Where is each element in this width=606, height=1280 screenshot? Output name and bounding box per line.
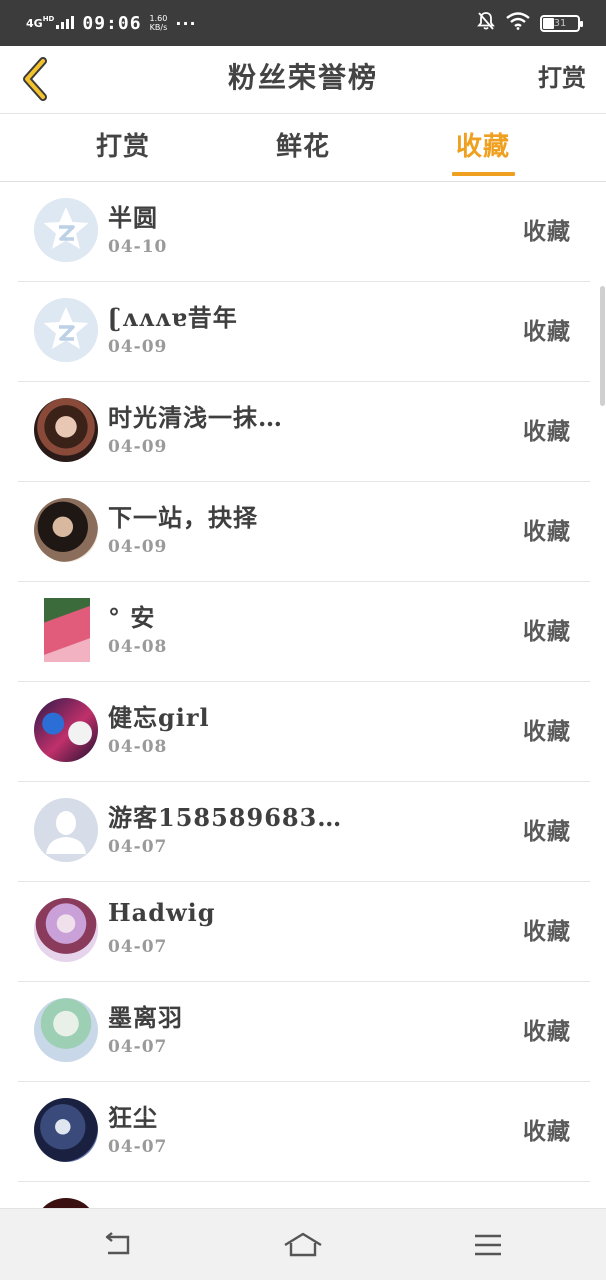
chevron-left-icon <box>23 57 47 101</box>
avatar <box>34 1098 98 1162</box>
list-item[interactable]: 游客158589683… 04-07 收藏 <box>18 782 590 882</box>
fan-name: ʗᴧᴧᴧɐ昔年 <box>108 303 238 332</box>
avatar <box>34 398 98 462</box>
network-subtype: HD <box>42 15 55 23</box>
fan-date: 04-07 <box>108 1037 168 1057</box>
qq-default-avatar-icon <box>34 298 98 362</box>
battery-level: 31 <box>553 17 567 29</box>
action-label: 收藏 <box>523 518 571 545</box>
nav-back-icon <box>105 1232 130 1255</box>
status-bar: 4G HD 09:06 1.60 KB/s ··· 31 <box>0 0 606 46</box>
action-label: 收藏 <box>523 818 571 845</box>
active-tab-indicator <box>452 172 515 176</box>
list-item[interactable]: Hadwig 04-07 收藏 <box>18 882 590 982</box>
list-item[interactable]: 狂尘 04-07 收藏 <box>18 1082 590 1182</box>
fan-name: Hadwig <box>108 898 216 927</box>
fan-date: 04-07 <box>108 1137 168 1157</box>
scrollbar[interactable] <box>600 286 605 406</box>
action-label: 收藏 <box>523 418 571 445</box>
avatar <box>44 598 90 662</box>
system-nav-bar <box>0 1208 606 1280</box>
fan-date: 04-08 <box>108 737 168 757</box>
list-item[interactable]: 下一站，抉择 04-09 收藏 <box>18 482 590 582</box>
avatar <box>34 998 98 1062</box>
mute-notification-icon <box>476 11 496 35</box>
signal-icon: 4G HD <box>26 15 75 30</box>
network-speed: 1.60 KB/s <box>149 14 168 32</box>
fan-date: 04-07 <box>108 837 168 857</box>
action-label: 收藏 <box>523 618 571 645</box>
fan-date: 04-09 <box>108 437 168 457</box>
status-bar-right: 31 <box>476 11 583 35</box>
signal-bars <box>56 16 75 29</box>
fan-date: 04-07 <box>108 937 168 957</box>
action-label: 收藏 <box>523 1018 571 1045</box>
fan-name: 狂尘 <box>108 1103 158 1132</box>
tab-flowers[interactable]: 鲜花 <box>258 114 348 182</box>
tip-action-button[interactable]: 打赏 <box>538 46 586 114</box>
network-type: 4G <box>26 17 43 30</box>
more-notifications-icon: ··· <box>175 13 197 33</box>
page-title: 粉丝荣誉榜 <box>227 61 378 94</box>
avatar <box>34 498 98 562</box>
clock: 09:06 <box>82 12 142 34</box>
fan-list: 半圆 04-10 收藏 ʗᴧᴧᴧɐ昔年 04-09 收藏 时光清浅一抹… 04-… <box>18 182 590 1222</box>
tab-bar: 打赏 鲜花 收藏 <box>0 114 606 182</box>
nav-menu-button[interactable] <box>458 1221 518 1269</box>
avatar <box>34 198 98 262</box>
list-item[interactable]: 健忘girl 04-08 收藏 <box>18 682 590 782</box>
fan-name: 健忘girl <box>108 703 210 732</box>
fan-name: 下一站，抉择 <box>108 503 258 532</box>
avatar <box>34 798 98 862</box>
status-bar-left: 4G HD 09:06 1.60 KB/s ··· <box>26 13 197 34</box>
fan-name: 半圆 <box>108 203 158 232</box>
tab-tips[interactable]: 打赏 <box>78 114 168 182</box>
avatar <box>34 298 98 362</box>
list-item[interactable]: ʗᴧᴧᴧɐ昔年 04-09 收藏 <box>18 282 590 382</box>
list-item[interactable]: 半圆 04-10 收藏 <box>18 182 590 282</box>
fan-date: 04-09 <box>108 337 168 357</box>
action-label: 收藏 <box>523 1118 571 1145</box>
back-button[interactable] <box>14 54 54 104</box>
list-item[interactable]: 时光清浅一抹… 04-09 收藏 <box>18 382 590 482</box>
qq-default-avatar-icon <box>34 198 98 262</box>
fan-date: 04-10 <box>108 237 168 257</box>
avatar <box>34 698 98 762</box>
nav-back-button[interactable] <box>88 1221 148 1269</box>
nav-home-button[interactable] <box>273 1221 333 1269</box>
nav-menu-icon <box>475 1234 501 1256</box>
avatar <box>34 898 98 962</box>
fan-name: ° 安 <box>108 603 156 632</box>
fan-date: 04-08 <box>108 637 168 657</box>
app-header: 粉丝荣誉榜 打赏 <box>0 46 606 114</box>
fan-name: 时光清浅一抹… <box>108 403 283 432</box>
fan-date: 04-09 <box>108 537 168 557</box>
list-item[interactable]: ° 安 04-08 收藏 <box>18 582 590 682</box>
action-label: 收藏 <box>523 218 571 245</box>
action-label: 收藏 <box>523 718 571 745</box>
list-item[interactable]: 墨离羽 04-07 收藏 <box>18 982 590 1082</box>
person-placeholder-icon <box>34 798 98 862</box>
fan-name: 游客158589683… <box>108 803 343 832</box>
battery-icon: 31 <box>540 14 583 32</box>
wifi-icon <box>506 12 530 34</box>
action-label: 收藏 <box>523 318 571 345</box>
fan-name: 墨离羽 <box>108 1003 183 1032</box>
nav-home-icon <box>284 1232 322 1257</box>
action-label: 收藏 <box>523 918 571 945</box>
